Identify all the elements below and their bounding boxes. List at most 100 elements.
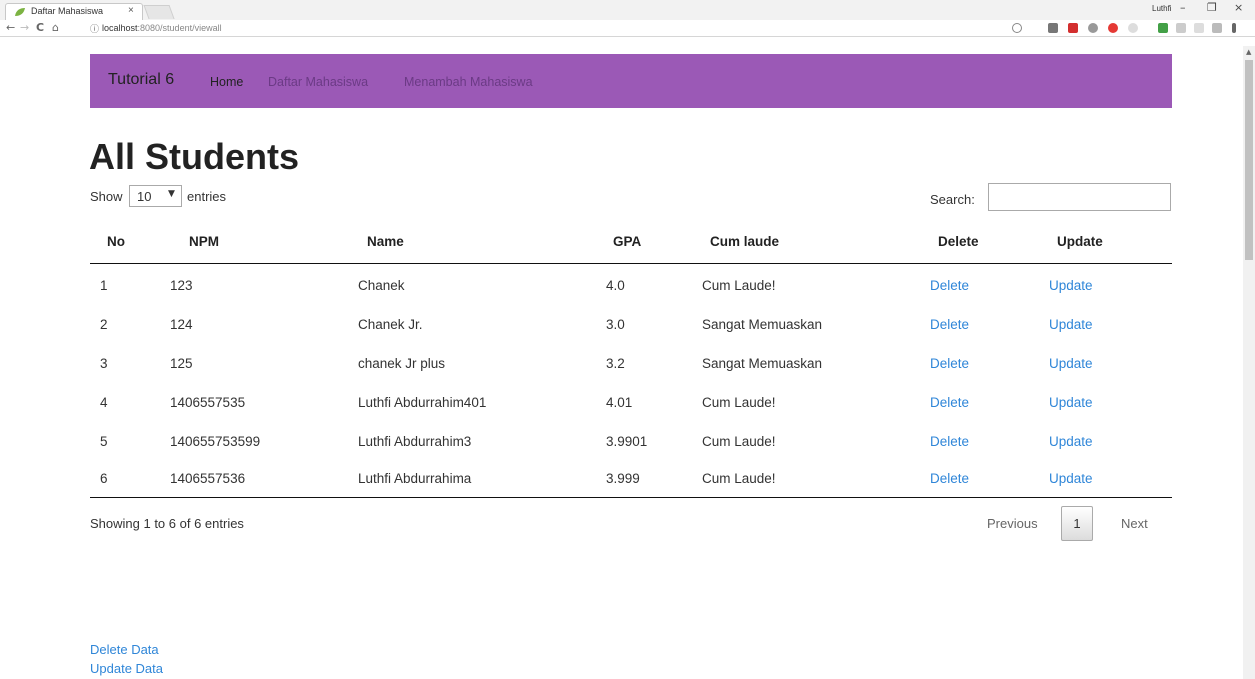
delete-link[interactable]: Delete xyxy=(930,434,969,449)
update-link[interactable]: Update xyxy=(1049,317,1093,332)
scrollbar-thumb[interactable] xyxy=(1245,60,1253,260)
bookmark-star-icon[interactable] xyxy=(1028,23,1038,33)
opera-extension-icon[interactable] xyxy=(1108,23,1118,33)
url-path: :8080/student/viewall xyxy=(137,23,222,33)
update-link[interactable]: Update xyxy=(1049,356,1093,371)
site-info-icon[interactable]: ⓘ xyxy=(90,22,99,35)
column-header-name[interactable]: Name xyxy=(367,234,404,249)
delete-link[interactable]: Delete xyxy=(930,395,969,410)
column-header-npm[interactable]: NPM xyxy=(189,234,219,249)
delete-data-link[interactable]: Delete Data xyxy=(90,642,159,657)
cell-gpa: 3.9901 xyxy=(606,434,648,449)
column-header-cum-laude[interactable]: Cum laude xyxy=(710,234,779,249)
window-close-icon[interactable]: × xyxy=(1234,1,1243,14)
entries-length-select[interactable]: 10 ▼ xyxy=(129,185,182,207)
table-footer-divider xyxy=(90,497,1172,498)
url-text: localhost:8080/student/viewall xyxy=(102,23,222,33)
nav-link-daftar-mahasiswa[interactable]: Daftar Mahasiswa xyxy=(268,75,368,89)
table-row: 1 123 Chanek 4.0 Cum Laude! Delete Updat… xyxy=(90,266,1172,305)
cell-no: 5 xyxy=(100,434,108,449)
search-label: Search: xyxy=(930,192,975,207)
table-row: 4 1406557535 Luthfi Abdurrahim401 4.01 C… xyxy=(90,383,1172,422)
menu-extension-icon[interactable] xyxy=(1212,23,1222,33)
minimize-icon[interactable]: – xyxy=(1180,1,1186,14)
cell-no: 3 xyxy=(100,356,108,371)
update-data-link[interactable]: Update Data xyxy=(90,661,163,676)
home-icon[interactable]: ⌂ xyxy=(52,21,59,34)
column-header-delete[interactable]: Delete xyxy=(938,234,979,249)
cell-cum-laude: Sangat Memuaskan xyxy=(702,317,823,332)
cell-gpa: 3.2 xyxy=(606,356,625,371)
pagination-page-label: 1 xyxy=(1073,516,1081,531)
browser-tab[interactable]: Daftar Mahasiswa × xyxy=(5,3,143,20)
nav-link-menambah-mahasiswa[interactable]: Menambah Mahasiswa xyxy=(404,75,533,89)
cell-no: 6 xyxy=(100,471,108,486)
disabled-extension-icon[interactable] xyxy=(1128,23,1138,33)
cell-npm: 140655753599 xyxy=(170,434,261,449)
counter-extension-icon[interactable] xyxy=(1194,23,1204,33)
table-row: 6 1406557536 Luthfi Abdurrahima 3.999 Cu… xyxy=(90,459,1172,498)
chrome-menu-icon[interactable] xyxy=(1232,23,1236,33)
top-navbar: Tutorial 6 Home Daftar Mahasiswa Menamba… xyxy=(90,54,1172,108)
cell-no: 1 xyxy=(100,278,108,293)
entries-label: entries xyxy=(187,189,227,204)
reload-icon[interactable]: C xyxy=(36,21,44,34)
table-row: 5 140655753599 Luthfi Abdurrahim3 3.9901… xyxy=(90,422,1172,461)
cell-name: Luthfi Abdurrahim3 xyxy=(358,434,472,449)
profile-name[interactable]: Luthfi xyxy=(1152,4,1172,13)
nav-link-home[interactable]: Home xyxy=(210,75,243,89)
browser-tabstrip: Daftar Mahasiswa × Luthfi – ❐ × xyxy=(0,0,1255,20)
column-header-no[interactable]: No xyxy=(107,234,125,249)
cell-gpa: 4.0 xyxy=(606,278,625,293)
cell-name: Luthfi Abdurrahim401 xyxy=(358,395,487,410)
delete-link[interactable]: Delete xyxy=(930,356,969,371)
table-info: Showing 1 to 6 of 6 entries xyxy=(90,516,244,531)
gray-extension-icon[interactable] xyxy=(1088,23,1098,33)
cell-name: Luthfi Abdurrahima xyxy=(358,471,472,486)
red-extension-icon[interactable] xyxy=(1068,23,1078,33)
pagination-previous[interactable]: Previous xyxy=(987,516,1038,531)
search-input[interactable] xyxy=(988,183,1171,211)
navbar-brand[interactable]: Tutorial 6 xyxy=(108,71,174,89)
update-link[interactable]: Update xyxy=(1049,395,1093,410)
cell-cum-laude: Cum Laude! xyxy=(702,434,776,449)
page-scrollbar[interactable]: ▲ xyxy=(1243,46,1255,679)
dropdown-arrow-icon: ▼ xyxy=(168,189,175,199)
cell-cum-laude: Sangat Memuaskan xyxy=(702,356,823,371)
cell-npm: 1406557535 xyxy=(170,395,246,410)
cell-npm: 124 xyxy=(170,317,193,332)
camera-extension-icon[interactable] xyxy=(1048,23,1058,33)
delete-link[interactable]: Delete xyxy=(930,278,969,293)
tab-close-icon[interactable]: × xyxy=(128,5,134,16)
table-row: 2 124 Chanek Jr. 3.0 Sangat Memuaskan De… xyxy=(90,305,1172,344)
column-header-gpa[interactable]: GPA xyxy=(613,234,641,249)
cell-npm: 125 xyxy=(170,356,193,371)
table-row: 3 125 chanek Jr plus 3.2 Sangat Memuaska… xyxy=(90,344,1172,383)
pagination-next[interactable]: Next xyxy=(1121,516,1148,531)
zoom-icon[interactable] xyxy=(1012,23,1022,33)
scroll-up-arrow-icon[interactable]: ▲ xyxy=(1246,48,1251,56)
new-tab-button[interactable] xyxy=(143,5,175,19)
pagination-page-1[interactable]: 1 xyxy=(1061,506,1093,541)
restore-icon[interactable]: ❐ xyxy=(1207,1,1217,14)
cell-gpa: 3.999 xyxy=(606,471,640,486)
tab-title: Daftar Mahasiswa xyxy=(31,6,104,16)
back-icon[interactable]: ← xyxy=(6,21,15,34)
light-extension-icon[interactable] xyxy=(1176,23,1186,33)
forward-icon[interactable]: → xyxy=(20,21,29,34)
cell-name: Chanek Jr. xyxy=(358,317,423,332)
column-header-update[interactable]: Update xyxy=(1057,234,1103,249)
update-link[interactable]: Update xyxy=(1049,278,1093,293)
cell-npm: 123 xyxy=(170,278,193,293)
delete-link[interactable]: Delete xyxy=(930,471,969,486)
url-host: localhost xyxy=(102,23,138,33)
entries-length-value: 10 xyxy=(137,189,152,204)
cell-cum-laude: Cum Laude! xyxy=(702,278,776,293)
delete-link[interactable]: Delete xyxy=(930,317,969,332)
cell-name: Chanek xyxy=(358,278,405,293)
update-link[interactable]: Update xyxy=(1049,471,1093,486)
green-extension-icon[interactable] xyxy=(1158,23,1168,33)
cell-npm: 1406557536 xyxy=(170,471,246,486)
update-link[interactable]: Update xyxy=(1049,434,1093,449)
show-label: Show xyxy=(90,189,123,204)
